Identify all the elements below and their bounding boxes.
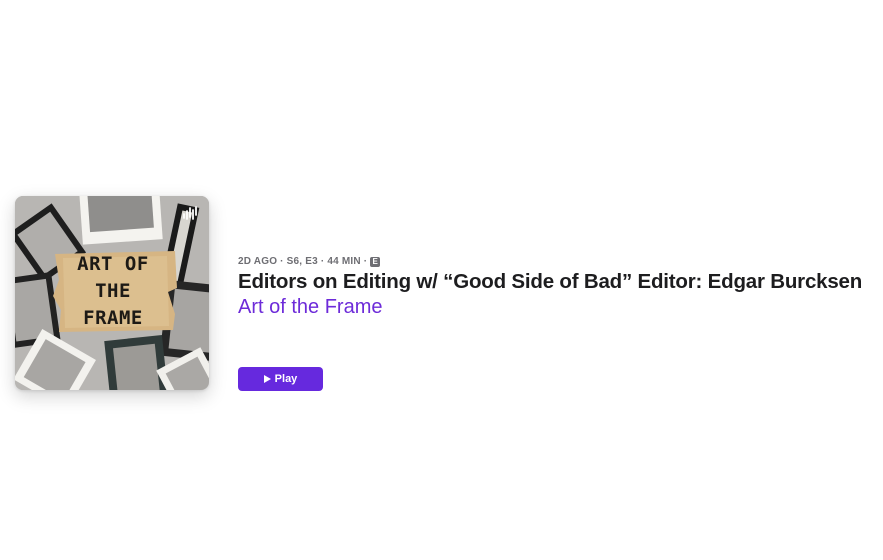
episode-page: ART OF THE FRAME 2D AGO · S6, E3 · 44 MI… xyxy=(0,0,883,560)
artwork-title-line: ART OF xyxy=(77,253,149,275)
artwork-title: ART OF THE FRAME xyxy=(53,251,173,332)
show-name-link[interactable]: Art of the Frame xyxy=(238,296,383,319)
artwork-title-line: FRAME xyxy=(83,307,143,329)
episode-artwork[interactable]: ART OF THE FRAME xyxy=(15,196,209,390)
artwork-title-line: THE xyxy=(95,280,131,302)
episode-title: Editors on Editing w/ “Good Side of Bad”… xyxy=(238,270,863,293)
episode-meta: 2D AGO · S6, E3 · 44 MIN · E xyxy=(238,256,381,267)
podcast-broadcast-icon xyxy=(182,205,200,221)
explicit-badge: E xyxy=(370,256,381,267)
play-icon xyxy=(263,375,271,383)
episode-meta-text: 2D AGO · S6, E3 · 44 MIN · xyxy=(238,256,368,267)
play-button-label: Play xyxy=(274,373,298,385)
play-button[interactable]: Play xyxy=(238,367,323,391)
